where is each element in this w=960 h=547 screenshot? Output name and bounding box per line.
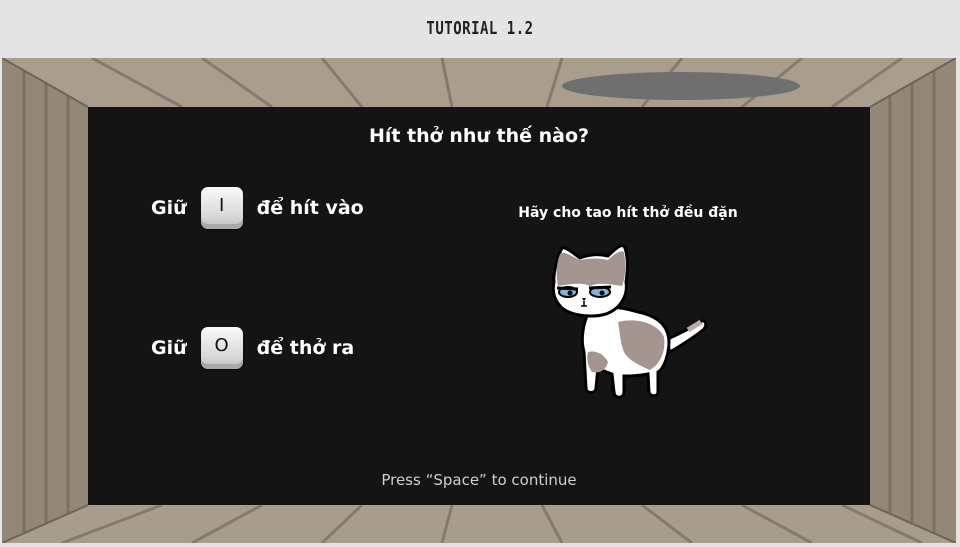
key-i-label: I <box>218 195 225 216</box>
key-o-icon: O <box>200 327 243 369</box>
tutorial-panel: Hít thở như thế nào? Giữ I để hít vào Gi… <box>88 107 870 505</box>
panel-heading: Hít thở như thế nào? <box>368 125 590 147</box>
inhale-prefix: Giữ <box>151 197 187 219</box>
key-o-label: O <box>214 335 229 356</box>
inhale-instruction: Giữ I để hít vào <box>151 187 364 229</box>
exhale-instruction: Giữ O để thở ra <box>151 327 354 369</box>
floor-hole-icon <box>562 72 800 100</box>
title-bar: TUTORIAL 1.2 <box>0 0 960 58</box>
cat-illustration-icon <box>551 244 708 399</box>
continue-hint: Press “Space” to continue <box>381 471 577 489</box>
exhale-prefix: Giữ <box>151 337 187 359</box>
inhale-suffix: để hít vào <box>256 197 364 219</box>
cat-caption: Hãy cho tao hít thở đều đặn <box>518 205 738 221</box>
key-i-icon: I <box>200 187 243 229</box>
bottom-bar <box>0 543 960 547</box>
tutorial-title: TUTORIAL 1.2 <box>426 19 534 39</box>
exhale-suffix: để thở ra <box>256 337 355 359</box>
